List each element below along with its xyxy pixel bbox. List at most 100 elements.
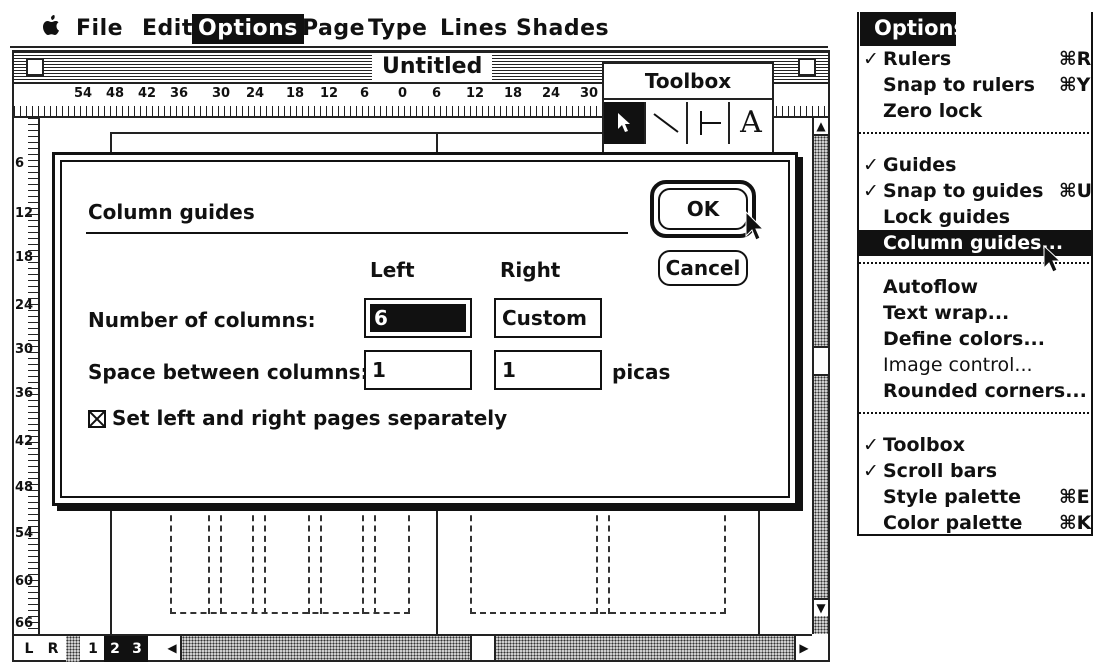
menu-item-define-colors[interactable]: Define colors... <box>859 326 1093 352</box>
text-tool-icon[interactable]: A <box>730 102 772 144</box>
window-title: Untitled <box>372 54 493 80</box>
unit-label: picas <box>612 360 671 384</box>
options-menu-title[interactable]: Options <box>860 12 966 46</box>
ruler-number: 48 <box>15 480 34 495</box>
menu-edit[interactable]: Edit <box>136 14 199 44</box>
perpendicular-line-tool-icon[interactable] <box>688 102 730 144</box>
menu-separator <box>859 412 1093 414</box>
left-columns-selection: 6 <box>370 304 466 332</box>
menu-item-style-palette[interactable]: Style palette ⌘E <box>859 484 1093 510</box>
ruler-number: 12 <box>466 86 485 101</box>
ruler-number: 24 <box>542 86 561 101</box>
space-between-columns-label: Space between columns: <box>88 360 369 384</box>
right-master-page-button[interactable]: R <box>42 636 64 662</box>
menu-file[interactable]: File <box>70 14 129 44</box>
toolbox-palette[interactable]: Toolbox A <box>602 62 774 156</box>
scroll-left-arrow-icon[interactable]: ◀ <box>164 636 182 660</box>
ruler-number: 42 <box>138 86 157 101</box>
ruler-number: 6 <box>432 86 442 101</box>
ruler-number: 6 <box>15 156 25 171</box>
left-space-input[interactable]: 1 <box>364 350 472 390</box>
right-space-input[interactable]: 1 <box>494 350 602 390</box>
scroll-right-arrow-icon[interactable]: ▶ <box>794 636 812 660</box>
diagonal-line-tool-icon[interactable] <box>646 102 688 144</box>
scroll-up-arrow-icon[interactable]: ▲ <box>814 118 828 136</box>
menu-item-rulers[interactable]: ✓ Rulers ⌘R <box>859 46 1093 72</box>
vertical-ruler[interactable]: 6 12 18 24 30 36 42 48 54 60 66 <box>14 118 40 634</box>
horizontal-scroll-thumb[interactable] <box>470 636 496 660</box>
vertical-scrollbar[interactable]: ▲ ▼ <box>812 118 828 634</box>
ruler-number: 6 <box>360 86 370 101</box>
ruler-number: 48 <box>106 86 125 101</box>
dialog-frame: Column guides Left Right Number of colum… <box>60 160 790 498</box>
checkmark-icon: ✓ <box>863 460 879 482</box>
dialog-title: Column guides <box>88 200 255 224</box>
left-column-header: Left <box>370 258 415 282</box>
menu-separator <box>859 132 1093 134</box>
toolbox-title: Toolbox <box>604 64 772 100</box>
checkbox-icon[interactable] <box>88 410 106 428</box>
cancel-button[interactable]: Cancel <box>658 250 748 286</box>
ruler-number: 12 <box>15 206 34 221</box>
checkmark-icon: ✓ <box>863 154 879 176</box>
ruler-number: 36 <box>15 386 34 401</box>
menu-item-scroll-bars[interactable]: ✓ Scroll bars <box>859 458 1093 484</box>
default-button-ring: OK <box>650 180 756 238</box>
ruler-number: 66 <box>15 616 34 631</box>
ruler-number: 12 <box>320 86 339 101</box>
checkmark-icon: ✓ <box>863 48 879 70</box>
menu-item-rounded-corners[interactable]: Rounded corners... <box>859 378 1093 404</box>
menu-item-snap-to-rulers[interactable]: Snap to rulers ⌘Y <box>859 72 1093 98</box>
menu-item-autoflow[interactable]: Autoflow <box>859 274 1093 300</box>
menu-bar: File Edit Options Page Type Lines Shades <box>10 8 828 48</box>
column-guides-dialog: Column guides Left Right Number of colum… <box>52 152 798 506</box>
apple-icon <box>43 15 59 35</box>
pointer-tool-icon[interactable] <box>604 102 646 144</box>
ruler-number: 30 <box>15 342 34 357</box>
ruler-number: 54 <box>15 526 34 541</box>
scroll-down-arrow-icon[interactable]: ▼ <box>814 598 828 616</box>
menu-options[interactable]: Options <box>192 14 304 44</box>
page-2-button[interactable]: 2 <box>104 636 126 662</box>
right-column-header: Right <box>500 258 561 282</box>
page-bar-divider <box>66 636 80 662</box>
separate-pages-label[interactable]: Set left and right pages separately <box>112 406 507 430</box>
ruler-number: 18 <box>15 250 34 265</box>
menu-item-snap-to-guides[interactable]: ✓ Snap to guides ⌘U <box>859 178 1093 204</box>
ok-button[interactable]: OK <box>658 188 748 230</box>
ruler-number: 36 <box>170 86 189 101</box>
ruler-number: 18 <box>286 86 305 101</box>
page-icon-bar: L R 1 2 3 <box>14 634 164 662</box>
ruler-number: 60 <box>15 574 34 589</box>
mouse-cursor-icon <box>745 210 764 241</box>
apple-menu-icon[interactable] <box>36 14 66 44</box>
menu-lines[interactable]: Lines <box>434 14 514 44</box>
menu-item-guides[interactable]: ✓ Guides <box>859 152 1093 178</box>
left-master-page-button[interactable]: L <box>18 636 40 662</box>
zoom-box-icon[interactable] <box>798 58 816 76</box>
menu-type[interactable]: Type <box>362 14 433 44</box>
left-columns-input[interactable]: 6 <box>364 298 472 338</box>
menu-item-image-control: Image control... <box>883 354 1033 376</box>
ruler-number: 30 <box>212 86 231 101</box>
menu-item-text-wrap[interactable]: Text wrap... <box>859 300 1093 326</box>
ruler-number: 0 <box>398 86 408 101</box>
page-3-button[interactable]: 3 <box>126 636 148 662</box>
menu-page[interactable]: Page <box>296 14 371 44</box>
page-1-button[interactable]: 1 <box>82 636 104 662</box>
menu-shades[interactable]: Shades <box>510 14 615 44</box>
options-menu-dropdown: ✓ Rulers ⌘R Snap to rulers ⌘Y Zero lock ✓ Gu… <box>857 12 1093 536</box>
menu-item-color-palette[interactable]: Color palette ⌘K <box>859 510 1093 536</box>
ruler-number: 24 <box>246 86 265 101</box>
close-box-icon[interactable] <box>26 58 44 76</box>
menu-item-zero-lock[interactable]: Zero lock <box>859 98 1093 124</box>
ruler-number: 30 <box>580 86 599 101</box>
right-columns-input[interactable]: Custom <box>494 298 602 338</box>
ruler-number: 54 <box>74 86 93 101</box>
menu-item-lock-guides[interactable]: Lock guides <box>859 204 1093 230</box>
ruler-number: 24 <box>15 298 34 313</box>
menu-item-toolbox[interactable]: ✓ Toolbox <box>859 432 1093 458</box>
vertical-scroll-thumb[interactable] <box>814 346 828 376</box>
ruler-number: 42 <box>15 434 34 449</box>
horizontal-scrollbar[interactable]: ◀ ▶ <box>164 634 812 660</box>
